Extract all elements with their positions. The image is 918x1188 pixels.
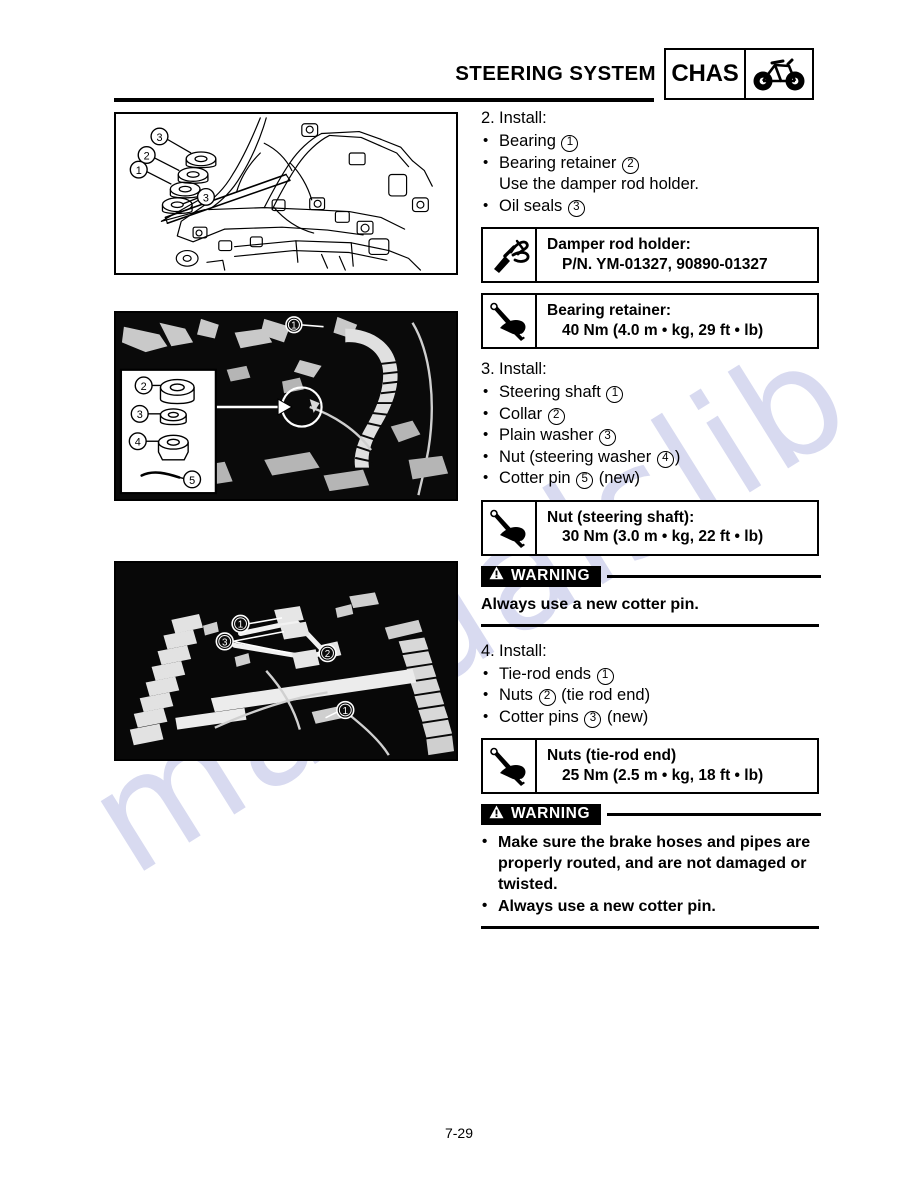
svg-text:3: 3 [156, 132, 162, 144]
spec-line-1: Bearing retainer: [547, 302, 672, 319]
callout-ref: 3 [567, 199, 585, 217]
spec-line-2: 25 Nm (2.5 m • kg, 18 ft • lb) [562, 766, 764, 784]
spec-line-2: P/N. YM-01327, 90890-01327 [562, 255, 768, 273]
step-4-item-cotter-pins: Cotter pins 3 (new) [481, 706, 821, 729]
callout-ref: 3 [584, 710, 602, 728]
warning-banner: WARNING [481, 565, 602, 587]
callout-ref: 1 [561, 135, 579, 152]
callout-ref: 3 [599, 429, 617, 446]
torque-wrench-icon [483, 740, 537, 792]
step-2-title: Install: [499, 109, 547, 127]
step-2-number: 2. [481, 109, 495, 127]
callout-ref: 4 [656, 450, 674, 468]
callout-ref: 1 [596, 667, 614, 685]
step-3-heading: 3. Install: [481, 359, 821, 380]
step-3-item-cotter-pin: Cotter pin 5 (new) [481, 467, 821, 490]
step-2-item-bearing: Bearing 1 [481, 130, 821, 153]
svg-text:2: 2 [141, 381, 147, 393]
warning-rule [607, 574, 821, 578]
callout-ref: 5 [576, 472, 594, 489]
callout-ref: 1 [606, 386, 624, 403]
step-3-item-plain-washer: Plain washer 3 [481, 424, 821, 447]
svg-text:1: 1 [291, 321, 296, 332]
chapter-badge: CHAS [664, 48, 814, 100]
steering-shaft-photo: 1 2 3 4 5 [114, 311, 458, 501]
svg-text:3: 3 [203, 192, 209, 204]
warning-text: Make sure the brake hoses and pipes are … [481, 831, 821, 895]
step-3: 3. Install: Steering shaft 1 Collar 2 Pl… [481, 359, 821, 627]
spec-line-2: 30 Nm (3.0 m • kg, 22 ft • lb) [562, 528, 764, 545]
warning-bottom-rule [481, 926, 819, 929]
spec-box-nuts-tie-rod-text: Nuts (tie-rod end) 25 Nm (2.5 m • kg, 18… [537, 740, 769, 792]
step-3-item-nut: Nut (steering washer 4) [481, 446, 821, 469]
svg-text:1: 1 [136, 165, 142, 177]
svg-text:5: 5 [189, 475, 195, 487]
spec-box-damper-rod-holder: Damper rod holder: P/N. YM-01327, 90890-… [481, 227, 819, 283]
step-4-number: 4. [481, 641, 495, 660]
step-2: 2. Install: Bearing 1 Bearing retainer 2… [481, 108, 821, 349]
callout-ref: 2 [622, 156, 639, 174]
spec-line-1: Damper rod holder: [547, 236, 691, 253]
step-4-item-tie-rod-ends: Tie-rod ends 1 [481, 663, 821, 686]
spec-line-2: 40 Nm (4.0 m • kg, 29 ft • lb) [562, 321, 764, 339]
page-header: STEERING SYSTEM CHAS [0, 44, 918, 106]
warning-bottom-rule [481, 623, 819, 627]
instruction-column: 2. Install: Bearing 1 Bearing retainer 2… [481, 108, 821, 929]
svg-text:3: 3 [222, 637, 228, 648]
warning-triangle-icon [489, 805, 504, 824]
svg-text:3: 3 [137, 409, 143, 421]
warning-label: WARNING [511, 805, 591, 822]
svg-text:2: 2 [144, 150, 150, 162]
step-3-item-steering-shaft: Steering shaft 1 [481, 381, 821, 404]
step-2-item-oil-seals: Oil seals 3 [481, 195, 821, 218]
spec-box-nut-steering-shaft-torque: Nut (steering shaft): 30 Nm (3.0 m • kg,… [481, 499, 819, 556]
spec-box-nut-steering-shaft-text: Nut (steering shaft): 30 Nm (3.0 m • kg,… [537, 502, 769, 554]
figure-column: 3 2 1 3 1 2 3 4 5 1 3 2 1 [114, 112, 458, 761]
step-3-item-collar: Collar 2 [481, 403, 821, 426]
spec-line-1: Nut (steering shaft): [547, 508, 695, 526]
step-2-heading: 2. Install: [481, 108, 821, 129]
atv-icon [746, 50, 812, 98]
damper-rod-holder-icon [483, 229, 537, 281]
spec-line-1: Nuts (tie-rod end) [547, 747, 677, 764]
warning-body-step-4: Make sure the brake hoses and pipes are … [481, 831, 821, 917]
page-number: 7-29 [444, 1125, 474, 1141]
warning-text: Always use a new cotter pin. [481, 895, 821, 917]
callout-ref: 2 [538, 689, 556, 706]
torque-wrench-icon [483, 295, 537, 347]
tie-rod-end-photo: 1 3 2 1 [114, 561, 458, 761]
warning-triangle-icon [489, 566, 504, 585]
spec-box-damper-rod-holder-text: Damper rod holder: P/N. YM-01327, 90890-… [537, 229, 774, 281]
svg-text:1: 1 [238, 620, 243, 631]
step-2-note: Use the damper rod holder. [499, 175, 699, 193]
warning-rule [607, 813, 821, 816]
warning-body-step-3: Always use a new cotter pin. [481, 594, 821, 615]
step-3-number: 3. [481, 360, 495, 378]
svg-text:1: 1 [343, 706, 348, 717]
svg-text:4: 4 [135, 437, 141, 449]
spec-box-bearing-retainer-torque: Bearing retainer: 40 Nm (4.0 m • kg, 29 … [481, 293, 819, 349]
page-footer: 7-29 [0, 1125, 918, 1141]
step-3-title: Install: [499, 360, 547, 378]
torque-wrench-icon [483, 501, 537, 554]
spec-box-bearing-retainer-text: Bearing retainer: 40 Nm (4.0 m • kg, 29 … [537, 295, 769, 347]
frame-bearing-exploded-drawing: 3 2 1 3 [114, 112, 458, 275]
warning-header-step-4: WARNING [481, 804, 821, 825]
header-divider [114, 98, 654, 102]
warning-label: WARNING [511, 566, 591, 584]
step-2-item-bearing-retainer: Bearing retainer 2 [481, 152, 821, 175]
step-4-item-nuts: Nuts 2 (tie rod end) [481, 684, 821, 707]
chapter-badge-label: CHAS [666, 50, 746, 98]
manual-page: manualslib STEERING SYSTEM CHAS 3 2 1 3 … [0, 0, 918, 1188]
warning-header-step-3: WARNING [481, 565, 821, 587]
step-4-heading: 4. Install: [481, 641, 821, 662]
page-title: STEERING SYSTEM [455, 62, 656, 85]
step-4-title: Install: [499, 641, 547, 660]
svg-text:2: 2 [325, 649, 330, 660]
warning-banner: WARNING [481, 804, 602, 825]
callout-ref: 2 [547, 407, 565, 425]
step-4: 4. Install: Tie-rod ends 1 Nuts 2 (tie r… [481, 641, 821, 929]
spec-box-nuts-tie-rod-torque: Nuts (tie-rod end) 25 Nm (2.5 m • kg, 18… [481, 738, 819, 794]
warning-text: Always use a new cotter pin. [481, 595, 699, 613]
